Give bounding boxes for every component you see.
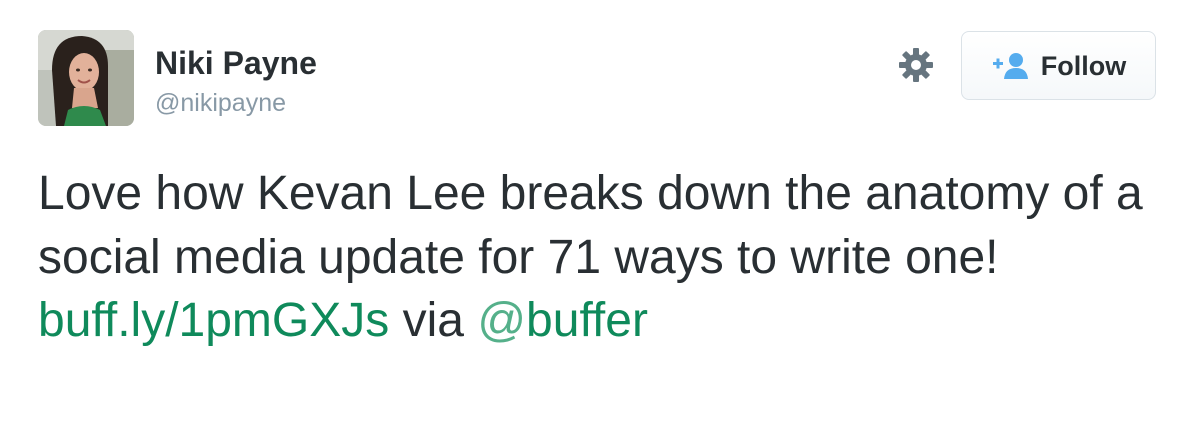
follow-label: Follow bbox=[1040, 50, 1127, 81]
mention-name: buffer bbox=[526, 294, 648, 347]
gear-icon[interactable] bbox=[896, 45, 936, 85]
author-name[interactable]: Niki Payne bbox=[155, 44, 317, 82]
tweet-text: Love how Kevan Lee breaks down the anato… bbox=[38, 162, 1168, 353]
author-handle[interactable]: @nikipayne bbox=[155, 88, 286, 118]
tweet-mention[interactable]: @buffer bbox=[477, 294, 648, 347]
add-user-icon bbox=[992, 52, 1028, 79]
tweet-card: Niki Payne @nikipayne Follow Love how Ke… bbox=[0, 0, 1202, 448]
tweet-body: Love how Kevan Lee breaks down the anato… bbox=[38, 167, 1143, 284]
avatar-image bbox=[38, 30, 134, 126]
tweet-link[interactable]: buff.ly/1pmGXJs bbox=[38, 294, 389, 347]
avatar[interactable] bbox=[38, 30, 134, 126]
tweet-via: via bbox=[402, 294, 464, 347]
mention-at-sign: @ bbox=[477, 294, 527, 347]
follow-button[interactable]: Follow bbox=[961, 31, 1156, 100]
